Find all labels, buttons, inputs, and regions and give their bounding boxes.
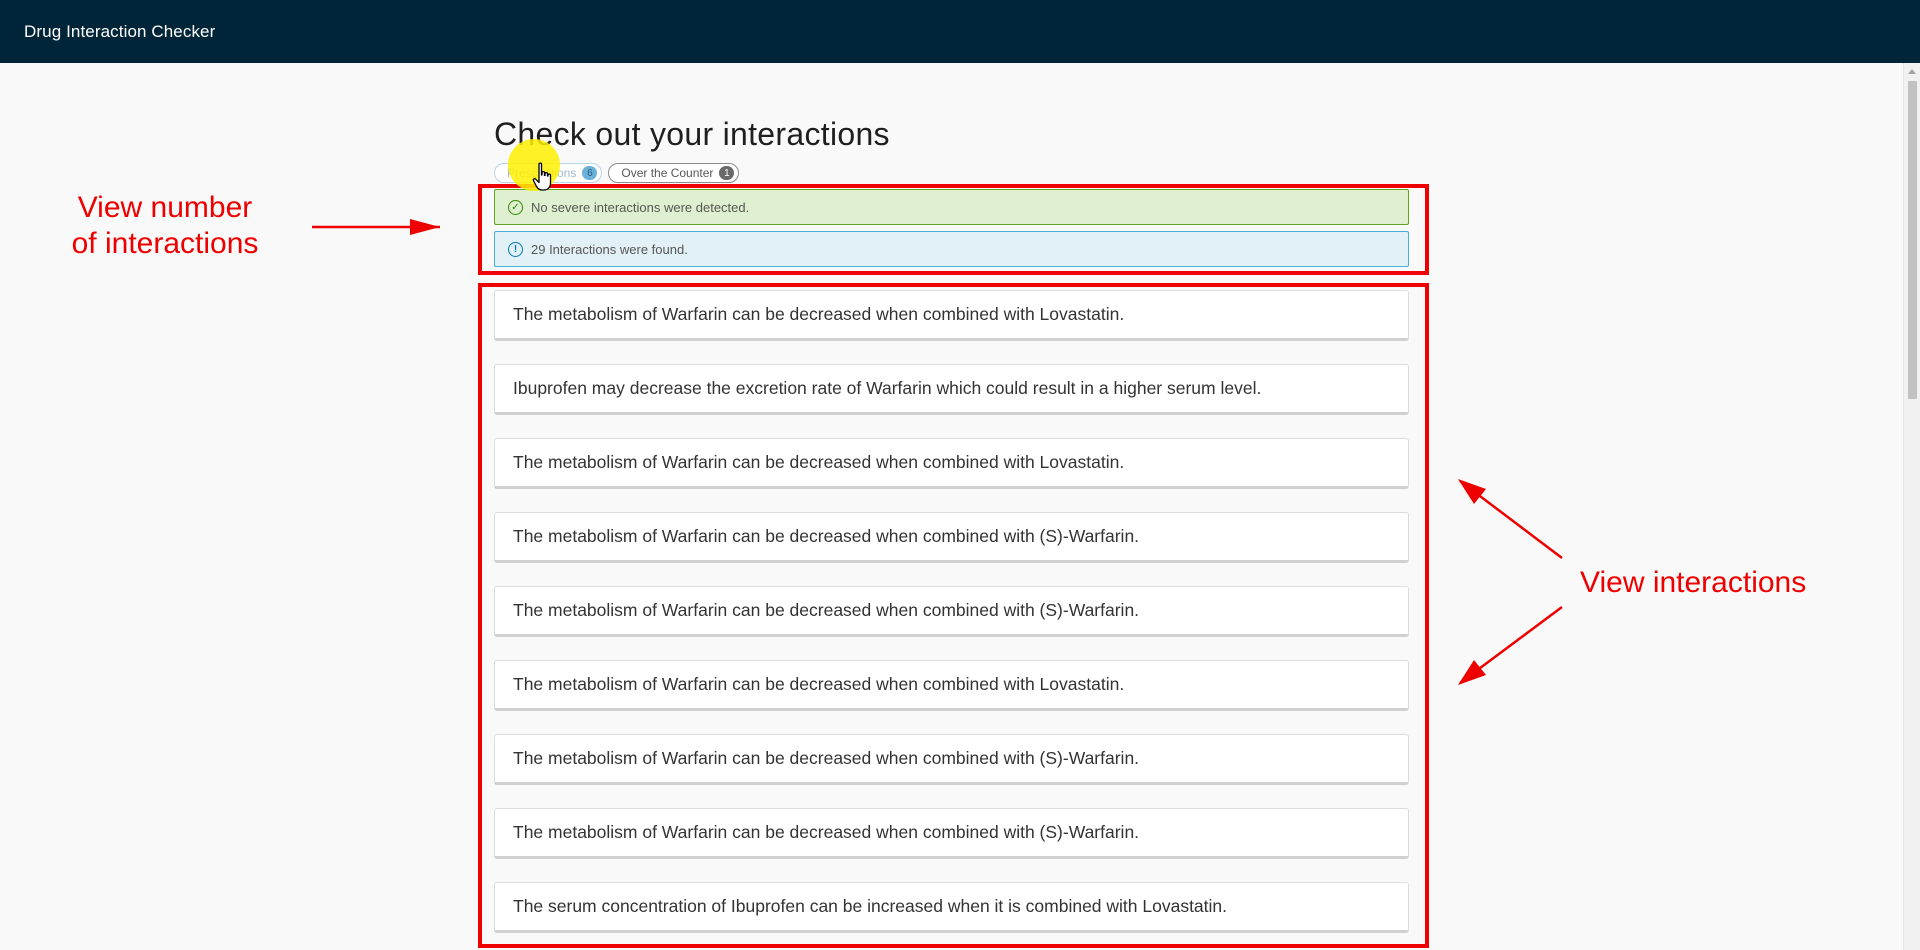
interaction-text: The metabolism of Warfarin can be decrea… xyxy=(513,748,1140,768)
interaction-card[interactable]: The metabolism of Warfarin can be decrea… xyxy=(494,660,1409,711)
app-header: Drug Interaction Checker xyxy=(0,0,1920,63)
interaction-card[interactable]: The metabolism of Warfarin can be decrea… xyxy=(494,438,1409,489)
interaction-text: The metabolism of Warfarin can be decrea… xyxy=(513,600,1140,620)
arrow-to-interactions-upper xyxy=(1459,480,1563,559)
annotation-label-count-line1: View number xyxy=(77,191,253,224)
interaction-count-text: 29 Interactions were found. xyxy=(531,241,688,257)
interaction-card[interactable]: The metabolism of Warfarin can be decrea… xyxy=(494,734,1409,785)
tab-over-the-counter-count: 1 xyxy=(719,166,735,180)
arrow-to-count-box-head xyxy=(410,219,440,235)
annotation-label-count-line2: of interactions xyxy=(71,227,259,260)
interaction-card[interactable]: The metabolism of Warfarin can be decrea… xyxy=(494,808,1409,859)
info-circle-icon: ! xyxy=(508,241,523,257)
scroll-thumb[interactable] xyxy=(1908,81,1917,399)
annotation-label-count: View number of interactions xyxy=(40,190,290,262)
interaction-text: The metabolism of Warfarin can be decrea… xyxy=(513,452,1125,472)
hand-pointer-icon xyxy=(532,162,552,191)
scroll-up-arrow-icon[interactable] xyxy=(1908,69,1916,74)
severe-interactions-text: No severe interactions were detected. xyxy=(531,199,750,215)
interaction-text: The metabolism of Warfarin can be decrea… xyxy=(513,304,1125,324)
interaction-text: The metabolism of Warfarin can be decrea… xyxy=(513,526,1140,546)
severe-interactions-alert: ✓ No severe interactions were detected. xyxy=(494,189,1409,225)
vertical-scrollbar[interactable] xyxy=(1903,63,1920,950)
tab-prescriptions-count: 6 xyxy=(582,166,598,180)
arrow-to-interactions-upper-head xyxy=(1458,479,1486,504)
interaction-count-alert: ! 29 Interactions were found. xyxy=(494,231,1409,267)
arrow-to-interactions-lower-head xyxy=(1458,660,1486,685)
interaction-text: Ibuprofen may decrease the excretion rat… xyxy=(513,378,1262,398)
interaction-card[interactable]: Ibuprofen may decrease the excretion rat… xyxy=(494,364,1409,415)
interaction-text: The serum concentration of Ibuprofen can… xyxy=(513,896,1228,916)
interaction-card[interactable]: The metabolism of Warfarin can be decrea… xyxy=(494,512,1409,563)
interaction-card[interactable]: The metabolism of Warfarin can be decrea… xyxy=(494,586,1409,637)
tab-over-the-counter-label: Over the Counter xyxy=(621,166,714,180)
interaction-card[interactable]: The serum concentration of Ibuprofen can… xyxy=(494,882,1409,933)
interaction-text: The metabolism of Warfarin can be decrea… xyxy=(513,674,1125,694)
tab-over-the-counter[interactable]: Over the Counter 1 xyxy=(608,163,740,183)
annotation-label-interactions: View interactions xyxy=(1580,566,1807,599)
check-circle-icon: ✓ xyxy=(508,199,523,215)
interaction-text: The metabolism of Warfarin can be decrea… xyxy=(513,822,1140,842)
app-title[interactable]: Drug Interaction Checker xyxy=(24,22,215,42)
arrow-to-interactions-lower xyxy=(1459,605,1563,685)
interaction-card[interactable]: The metabolism of Warfarin can be decrea… xyxy=(494,290,1409,341)
